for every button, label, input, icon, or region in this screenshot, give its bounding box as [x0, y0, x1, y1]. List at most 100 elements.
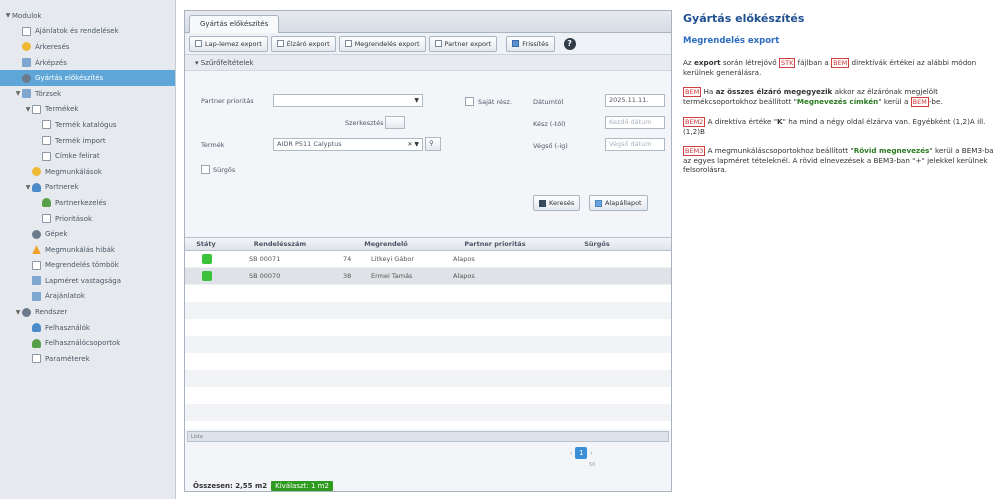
expand-toggle-icon[interactable]: ▼ [14, 90, 22, 97]
termek-search-button[interactable]: ⚲ [425, 137, 441, 151]
col-status[interactable]: Státy [185, 238, 227, 250]
tree-item-label: Címke felirat [55, 152, 100, 161]
elzaro-export-button[interactable]: Élzáró export [270, 35, 336, 52]
table-cell: Litkeyi Gábor [371, 255, 415, 263]
toolbar: Lap-lemez export Élzáró export Megrendel… [185, 33, 671, 55]
gear-icon [22, 307, 31, 317]
termek-select[interactable]: AIDR P511 Calyptus ✕ ▼ [273, 138, 423, 151]
tree-item-label: Lapméret vastagsága [45, 276, 121, 285]
tree-item-14[interactable]: Gépek [0, 226, 175, 242]
tree-item-8[interactable]: Termék import [0, 133, 175, 149]
summary-text: Összesen: 2,55 m2 [193, 482, 268, 490]
table-row[interactable]: SB 00070 38 Ermei Tamás Alapos [185, 268, 671, 285]
surgos-checkbox[interactable] [201, 165, 210, 174]
tree-item-7[interactable]: Termék katalógus [0, 117, 175, 133]
col-rendelesszam[interactable]: Rendelésszám [227, 238, 333, 250]
lap-lemez-export-button[interactable]: Lap-lemez export [189, 35, 268, 52]
tree-item-1[interactable]: Ajánlatok és rendelések [0, 24, 175, 40]
doc-icon [42, 151, 51, 161]
tree-item-18[interactable]: Árajánlatok [0, 289, 175, 305]
megrendeles-export-button[interactable]: Megrendelés export [338, 35, 426, 52]
tree-item-label: Termék katalógus [55, 120, 117, 129]
tree-item-3[interactable]: Árképzés [0, 55, 175, 71]
tree-item-20[interactable]: Felhasználók [0, 320, 175, 336]
tab-bar: Gyártás előkészítés [185, 11, 671, 33]
col-surgos[interactable]: Sürgős [551, 238, 643, 250]
prev-page-button[interactable]: ‹ [570, 450, 572, 457]
stk-tag: STK [778, 58, 796, 68]
tree-item-11[interactable]: ▼ Partnerek [0, 180, 175, 196]
expand-toggle-icon[interactable]: ▼ [4, 12, 12, 19]
tree-item-label: Felhasználócsoportok [45, 339, 121, 348]
filter-area: Partner prioritás ▼ Szerkesztés Termék A… [185, 71, 671, 191]
partner-priority-select[interactable]: ▼ [273, 94, 423, 107]
tree-item-19[interactable]: ▼ Rendszer [0, 304, 175, 320]
expand-toggle-icon[interactable]: ▼ [24, 106, 32, 113]
sajat-checkbox[interactable] [465, 97, 474, 106]
tree-item-12[interactable]: Partnerkezelés [0, 195, 175, 211]
vegso-datum-field[interactable]: Végső dátum [605, 138, 665, 151]
tree-item-label: Törzsek [35, 89, 62, 98]
help-text: A megmunkáláscsoportokhoz beállított " [705, 146, 854, 155]
grid-body: SB 00071 74 Litkeyi Gábor Alapos SB 00070 38 E… [185, 251, 671, 429]
tree-item-21[interactable]: Felhasználócsoportok [0, 335, 175, 351]
tree-item-9[interactable]: Címke felirat [0, 148, 175, 164]
tree-item-6[interactable]: ▼ Termékek [0, 102, 175, 118]
tree-item-5[interactable]: ▼ Törzsek [0, 86, 175, 102]
tree-item-4[interactable]: Gyártás előkészítés [0, 70, 175, 86]
grid-icon [32, 276, 41, 286]
expand-toggle-icon[interactable]: ▼ [14, 309, 22, 316]
search-icon: ⚲ [429, 139, 434, 147]
datum-label: Dátumtól [533, 98, 564, 106]
tree-item-16[interactable]: Megrendelés tömbök [0, 258, 175, 274]
tree-item-2[interactable]: Árkeresés [0, 39, 175, 55]
refresh-icon [512, 40, 520, 47]
help-text: A direktíva értéke " [705, 117, 778, 126]
selection-badge: Kiválaszt: 1 m2 [271, 481, 333, 491]
tree-item-label: Termék import [55, 136, 106, 145]
tree-item-10[interactable]: Megmunkálások [0, 164, 175, 180]
tree-item-15[interactable]: Megmunkálás hibák [0, 242, 175, 258]
tree-item-17[interactable]: Lapméret vastagsága [0, 273, 175, 289]
grid-icon [22, 58, 31, 68]
tree-item-label: Árképzés [35, 58, 67, 67]
export-icon [276, 40, 284, 47]
help-icon[interactable]: ? [563, 37, 576, 50]
pager: ‹ 1 › [570, 447, 593, 459]
szerkesztes-toggle[interactable] [385, 116, 405, 129]
kezdo-datum-field[interactable]: Kezdő dátum [605, 116, 665, 129]
tree-item-22[interactable]: Paraméterek [0, 351, 175, 367]
horizontal-scrollbar[interactable]: Lista [187, 431, 669, 442]
tree-item-label: Árajánlatok [45, 292, 85, 301]
datum-field[interactable]: 2025.11.11. [605, 94, 665, 107]
table-row[interactable]: SB 00071 74 Litkeyi Gábor Alapos [185, 251, 671, 268]
tree-item-label: Megmunkálások [45, 167, 102, 176]
partner-export-button[interactable]: Partner export [428, 35, 498, 52]
tree-item-label: Árkeresés [35, 42, 70, 51]
expand-toggle-icon[interactable]: ▼ [24, 184, 32, 191]
termek-value: AIDR P511 Calyptus [277, 140, 342, 148]
search-button[interactable]: Keresés [533, 195, 581, 211]
next-page-button[interactable]: › [590, 450, 592, 457]
tab-gyartas-elokeszites[interactable]: Gyártás előkészítés [189, 15, 280, 33]
person-icon [32, 323, 41, 333]
filter-section-title[interactable]: ▾ Szűrőfeltételek [185, 55, 671, 71]
col-megrendelo[interactable]: Megrendelő [333, 238, 439, 250]
reset-button[interactable]: Alapállapot [589, 195, 648, 211]
chevron-down-icon: ▼ [414, 97, 419, 104]
sajat-label: Saját rész. [478, 98, 512, 106]
refresh-button[interactable]: Frissítés [506, 35, 555, 52]
tree-item-0[interactable]: ▼ Modulok [0, 8, 175, 24]
filter-title-text: Szűrőfeltételek [200, 59, 254, 67]
help-text: Az [683, 58, 694, 67]
col-partner-prioritas[interactable]: Partner prioritás [439, 238, 551, 250]
table-cell [185, 254, 227, 264]
status-icon [202, 271, 212, 281]
tree-item-13[interactable]: Prioritások [0, 211, 175, 227]
termek-label: Termék [201, 141, 225, 149]
grid-icon [22, 89, 31, 99]
table-cell [185, 271, 227, 281]
current-page[interactable]: 1 [575, 447, 588, 459]
tree-item-label: Partnerkezelés [55, 198, 107, 207]
help-paragraph-1: Az export során létrejövő STK fájlban a … [683, 58, 1001, 77]
